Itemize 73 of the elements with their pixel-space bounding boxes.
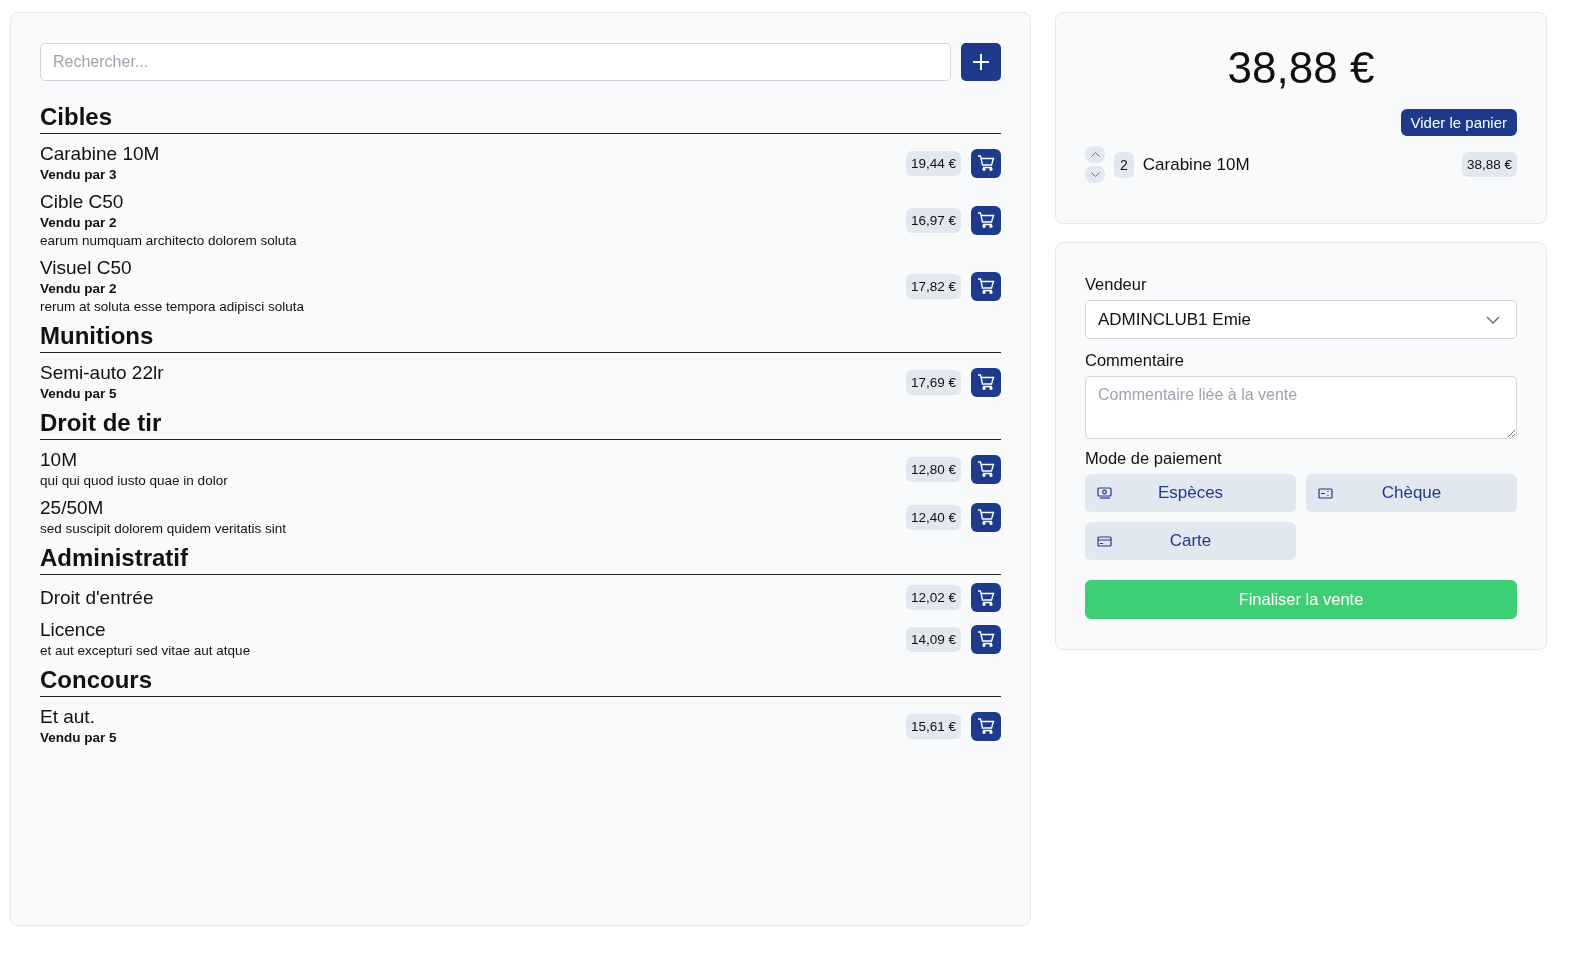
payment-label: Mode de paiement <box>1085 449 1223 468</box>
credit-card-icon <box>1097 535 1112 547</box>
category-heading: Cibles <box>40 103 1001 134</box>
clear-cart-button[interactable]: Vider le panier <box>1400 109 1517 136</box>
cart-icon <box>977 278 995 294</box>
price-badge: 12,40 € <box>905 504 961 530</box>
product-name: Visuel C50 <box>40 256 133 280</box>
product-description: qui qui quod iusto quae in dolor <box>40 472 229 490</box>
price-badge: 15,61 € <box>905 713 961 739</box>
product-name: Droit d'entrée <box>40 585 155 610</box>
add-to-cart-button[interactable] <box>971 624 1001 654</box>
product-name: Semi-auto 22lr <box>40 361 165 385</box>
price-badge: 17,82 € <box>905 273 961 299</box>
seller-select[interactable]: ADMINCLUB1 Emie <box>1085 300 1517 339</box>
plus-icon <box>972 53 990 71</box>
add-to-cart-button[interactable] <box>971 711 1001 741</box>
category-heading: Munitions <box>40 322 1001 353</box>
comment-field[interactable]: Commentaire liée à la vente <box>1085 376 1517 439</box>
add-to-cart-button[interactable] <box>971 583 1001 612</box>
price-badge: 17,69 € <box>905 369 961 395</box>
sold-by-text: Vendu par 2 <box>40 280 118 298</box>
payment-mode-button[interactable]: Espèces <box>1085 474 1296 512</box>
add-to-cart-button[interactable] <box>971 205 1001 235</box>
add-to-cart-button[interactable] <box>971 271 1001 301</box>
product-description: earum numquam architecto dolorem soluta <box>40 232 298 250</box>
cart-item-name: Carabine 10M <box>1142 154 1251 175</box>
cart-icon <box>977 631 995 647</box>
chevron-down-icon <box>1486 315 1500 324</box>
category-heading: Administratif <box>40 544 1001 575</box>
comment-label: Commentaire <box>1085 351 1186 370</box>
add-button[interactable] <box>961 43 1001 81</box>
cart-icon <box>977 155 995 171</box>
cart-icon <box>977 374 995 390</box>
price-badge: 12,02 € <box>905 585 961 610</box>
chevron-up-icon <box>1090 152 1100 157</box>
payment-mode-button[interactable]: Carte <box>1085 522 1296 560</box>
price-badge: 16,97 € <box>905 207 961 233</box>
add-to-cart-button[interactable] <box>971 367 1001 397</box>
ticket-icon <box>1318 487 1333 499</box>
price-badge: 14,09 € <box>905 626 961 652</box>
add-to-cart-button[interactable] <box>971 502 1001 532</box>
sold-by-text: Vendu par 2 <box>40 214 118 232</box>
cart-icon <box>977 718 995 734</box>
seller-label: Vendeur <box>1085 275 1148 294</box>
sold-by-text: Vendu par 5 <box>40 729 118 747</box>
product-name: Licence <box>40 618 107 642</box>
payment-mode-button[interactable]: Chèque <box>1306 474 1517 512</box>
banknote-icon <box>1097 487 1112 499</box>
sold-by-text: Vendu par 3 <box>40 166 118 184</box>
product-description: sed suscipit dolorem quidem veritatis sint <box>40 520 288 538</box>
price-badge: 38,88 € <box>1461 152 1517 177</box>
product-name: Cible C50 <box>40 190 125 214</box>
cart-total: 38,88 € <box>1226 42 1376 94</box>
price-badge: 19,44 € <box>905 150 961 176</box>
chevron-down-icon <box>1090 172 1100 177</box>
sold-by-text: Vendu par 5 <box>40 385 118 403</box>
cart-icon <box>977 212 995 228</box>
add-to-cart-button[interactable] <box>971 454 1001 484</box>
cart-icon <box>977 589 995 606</box>
product-description: rerum at soluta esse tempora adipisci soluta <box>40 298 306 316</box>
quantity-badge: 2 <box>1114 151 1134 178</box>
cart-icon <box>977 461 995 477</box>
cart-icon <box>977 509 995 525</box>
product-description: et aut excepturi sed vitae aut atque <box>40 642 252 660</box>
product-name: Carabine 10M <box>40 142 161 166</box>
category-heading: Concours <box>40 666 1001 697</box>
price-badge: 12,80 € <box>905 456 961 482</box>
product-name: 25/50M <box>40 496 105 520</box>
product-name: 10M <box>40 448 78 472</box>
add-to-cart-button[interactable] <box>971 148 1001 178</box>
category-heading: Droit de tir <box>40 409 1001 440</box>
search-field[interactable]: Rechercher... <box>40 43 951 81</box>
product-name: Et aut. <box>40 705 96 729</box>
